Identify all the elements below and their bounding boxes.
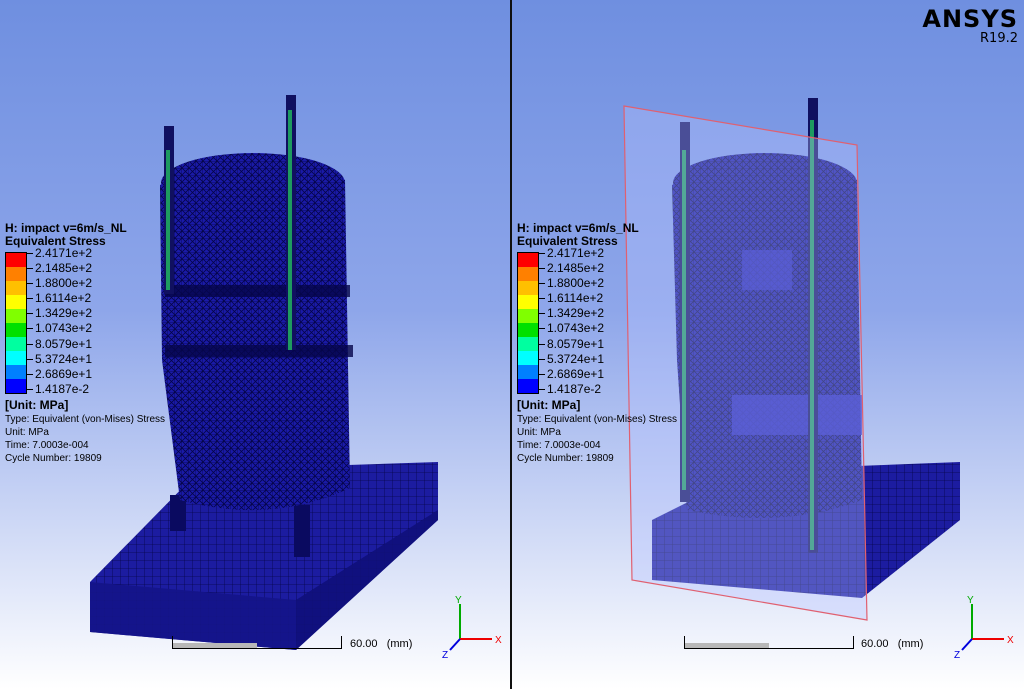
info-cycle: Cycle Number: 19809 [5,453,102,464]
legend-label: 2.4171e+2 [539,246,604,261]
legend-label: 2.6869e+1 [27,367,92,382]
legend-color [518,267,538,281]
legend-unit: [Unit: MPa] [517,398,581,412]
ansys-logo: ANSYS R19.2 [922,6,1018,46]
info-cycle: Cycle Number: 19809 [517,453,614,464]
axis-x-label: X [1007,635,1014,646]
leg [294,505,310,557]
legend-label: 2.4171e+2 [27,246,92,261]
legend-color [6,323,26,337]
legend-color [6,295,26,309]
legend-color [518,323,538,337]
stress-legend: H: impact v=6m/s_NL Equivalent Stress 2.… [517,222,677,464]
legend-color [518,309,538,323]
axis-z-label: Z [442,650,448,661]
cylinder-body [160,161,350,511]
scale-label: 60.00 (mm) [350,638,413,650]
axis-y-label: Y [455,595,462,606]
legend-label: 1.6114e+2 [27,291,92,306]
axis-triad: Y X Z [442,595,502,661]
legend-color [6,309,26,323]
legend-label: 5.3724e+1 [539,352,604,367]
legend-label: 1.0743e+2 [27,321,92,336]
legend-label: 1.3429e+2 [27,306,92,321]
info-time: Time: 7.0003e-004 [517,440,601,451]
legend-label: 1.4187e-2 [27,382,92,397]
legend-color [518,337,538,351]
legend-color [518,379,538,393]
info-type: Type: Equivalent (von-Mises) Stress [5,414,166,425]
axis-y-label: Y [967,595,974,606]
scale-label: 60.00 (mm) [861,638,924,650]
info-type: Type: Equivalent (von-Mises) Stress [517,414,678,425]
info-unit: Unit: MPa [5,427,49,438]
brand-name: ANSYS [922,5,1018,33]
legend-color-bar [517,252,539,394]
axis-x-label: X [495,635,502,646]
legend-color [518,365,538,379]
legend-label: 2.6869e+1 [539,367,604,382]
axis-z-label: Z [954,650,960,661]
legend-label: 2.1485e+2 [27,261,92,276]
legend-label: 1.8800e+2 [539,276,604,291]
legend-color [6,379,26,393]
legend-label: 1.8800e+2 [27,276,92,291]
scale-bar [172,636,342,649]
legend-color [6,267,26,281]
legend-label: 2.1485e+2 [539,261,604,276]
legend-color [6,281,26,295]
stress-legend: H: impact v=6m/s_NL Equivalent Stress 2.… [5,222,165,464]
legend-label: 8.0579e+1 [27,337,92,352]
scale-bar [684,636,854,649]
legend-color-bar [5,252,27,394]
legend-label: 8.0579e+1 [539,337,604,352]
right-viewport[interactable]: H: impact v=6m/s_NL Equivalent Stress 2.… [512,0,1024,689]
brand-version: R19.2 [980,31,1018,46]
legend-label: 5.3724e+1 [27,352,92,367]
legend-label: 1.6114e+2 [539,291,604,306]
legend-label: 1.0743e+2 [539,321,604,336]
info-time: Time: 7.0003e-004 [5,440,89,451]
legend-label: 1.3429e+2 [539,306,604,321]
legend-color [518,351,538,365]
info-unit: Unit: MPa [517,427,561,438]
legend-color [518,253,538,267]
legend-color [6,365,26,379]
legend-color [6,337,26,351]
legend-color [518,295,538,309]
legend-label: 1.4187e-2 [539,382,604,397]
legend-color [6,351,26,365]
legend-color [518,281,538,295]
legend-color [6,253,26,267]
axis-triad: Y X Z [954,595,1014,661]
legend-unit: [Unit: MPa] [5,398,69,412]
cylinder-top [161,153,345,213]
left-viewport[interactable]: H: impact v=6m/s_NL Equivalent Stress 2.… [0,0,510,689]
